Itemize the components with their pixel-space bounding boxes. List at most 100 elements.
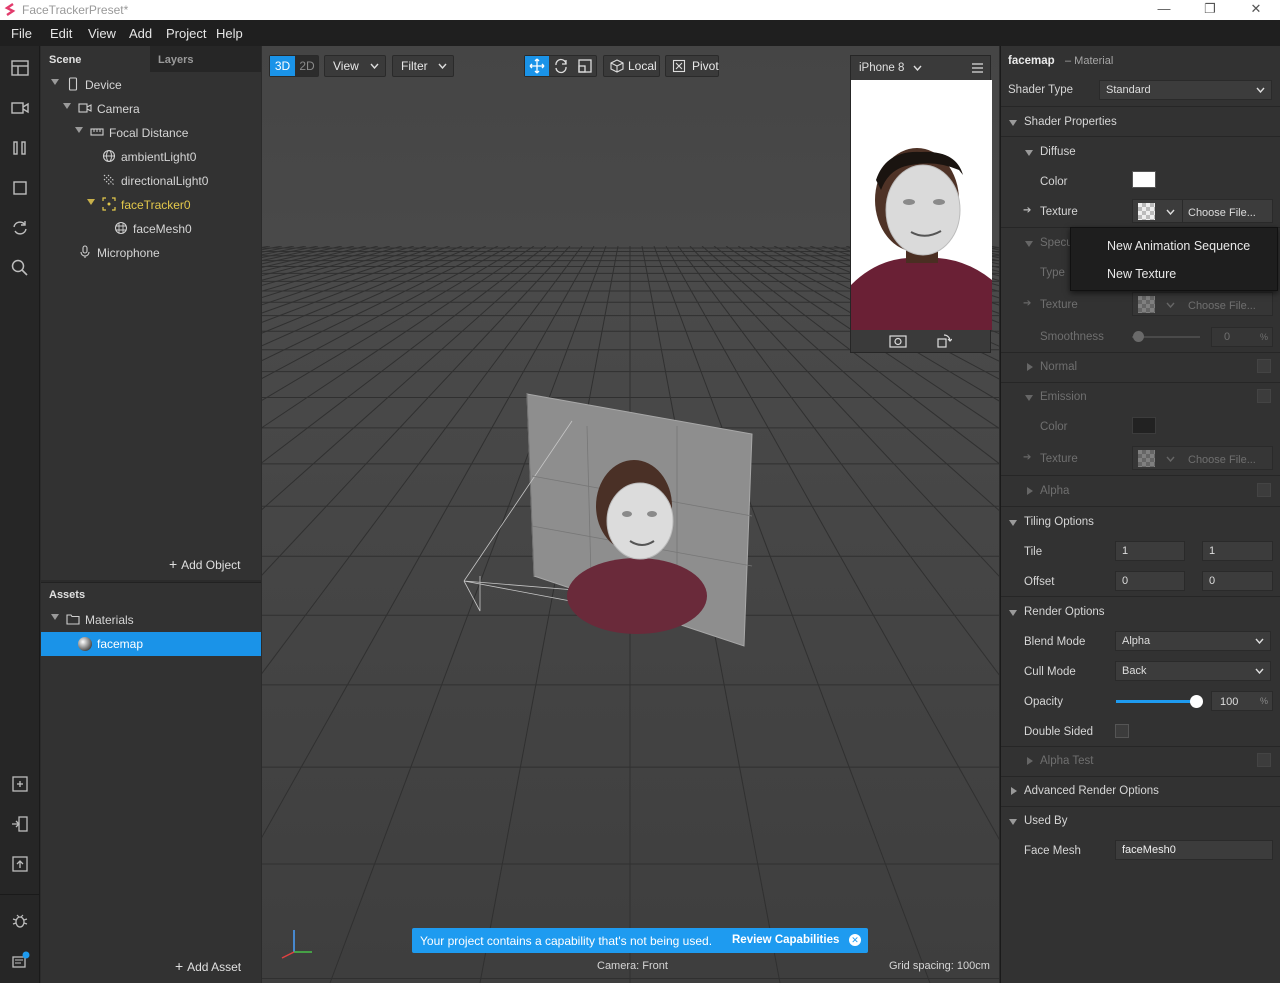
link-arrow-icon[interactable]: ➔ — [1023, 298, 1031, 309]
mode-2d-button[interactable]: 2D — [295, 56, 319, 76]
smoothness-input[interactable]: 0 % — [1211, 327, 1273, 347]
layout-icon[interactable] — [10, 58, 30, 78]
double-sided-checkbox[interactable] — [1115, 724, 1129, 738]
tree-item-face-mesh[interactable]: faceMesh0 — [41, 217, 261, 241]
collapse-arrow-icon[interactable] — [1025, 150, 1033, 156]
chevron-down-icon[interactable] — [1166, 302, 1175, 308]
expand-arrow-icon[interactable] — [1011, 787, 1017, 795]
notifications-icon[interactable] — [10, 951, 30, 971]
menu-project[interactable]: Project — [166, 26, 206, 41]
tiling-options-header[interactable]: Tiling Options — [1001, 507, 1280, 537]
collapse-arrow-icon[interactable] — [1009, 610, 1017, 616]
tree-item-microphone[interactable]: Microphone — [41, 241, 261, 265]
menu-file[interactable]: File — [11, 26, 32, 41]
expand-arrow-icon[interactable] — [1027, 487, 1033, 495]
rotate-tool-icon[interactable] — [549, 56, 573, 76]
choose-file-button[interactable]: Choose File... — [1188, 204, 1256, 222]
filter-dropdown[interactable]: Filter — [392, 55, 454, 77]
menu-view[interactable]: View — [88, 26, 116, 41]
used-by-header[interactable]: Used By — [1001, 806, 1280, 836]
asset-item-facemap[interactable]: facemap — [41, 632, 261, 656]
add-object-button[interactable]: + Add Object — [169, 556, 240, 572]
tree-item-device[interactable]: Device — [41, 73, 261, 97]
close-window-button[interactable]: ✕ — [1233, 0, 1279, 20]
cull-mode-select[interactable]: Back — [1115, 661, 1271, 681]
send-to-device-icon[interactable] — [10, 814, 30, 834]
minimize-button[interactable]: — — [1141, 0, 1187, 20]
tree-item-directional-light[interactable]: directionalLight0 — [41, 169, 261, 193]
tree-item-focal-distance[interactable]: Focal Distance — [41, 121, 261, 145]
mode-3d-button[interactable]: 3D — [270, 56, 295, 76]
review-capabilities-link[interactable]: Review Capabilities — [732, 934, 839, 946]
menu-add[interactable]: Add — [129, 26, 152, 41]
choose-file-button[interactable]: Choose File... — [1188, 451, 1256, 469]
new-animation-sequence-option[interactable]: New Animation Sequence — [1107, 239, 1250, 253]
expand-arrow-icon[interactable] — [51, 79, 59, 85]
offset-x-input[interactable]: 0 — [1115, 571, 1185, 591]
expand-arrow-icon[interactable] — [1027, 757, 1033, 765]
view-dropdown[interactable]: View — [324, 55, 386, 77]
render-options-header[interactable]: Render Options — [1001, 597, 1280, 627]
hamburger-menu-icon[interactable] — [972, 63, 983, 73]
collapse-arrow-icon[interactable] — [1025, 241, 1033, 247]
emission-color-swatch[interactable] — [1132, 417, 1156, 434]
local-space-button[interactable]: Local — [603, 55, 660, 77]
tile-x-input[interactable]: 1 — [1115, 541, 1185, 561]
expand-arrow-icon[interactable] — [87, 199, 95, 205]
close-notice-icon[interactable]: ✕ — [849, 934, 861, 946]
chevron-down-icon[interactable] — [913, 65, 922, 71]
tree-item-camera[interactable]: Camera — [41, 97, 261, 121]
video-icon[interactable] — [10, 98, 30, 118]
menu-help[interactable]: Help — [216, 26, 243, 41]
face-mesh-link[interactable]: faceMesh0 — [1115, 840, 1273, 860]
emission-checkbox[interactable] — [1257, 389, 1271, 403]
alpha-test-checkbox[interactable] — [1257, 753, 1271, 767]
collapse-arrow-icon[interactable] — [1009, 120, 1017, 126]
stop-icon[interactable] — [10, 178, 30, 198]
shader-type-select[interactable]: Standard — [1099, 80, 1272, 100]
import-asset-icon[interactable] — [10, 774, 30, 794]
opacity-slider-track[interactable] — [1116, 700, 1196, 703]
tree-item-ambient-light[interactable]: ambientLight0 — [41, 145, 261, 169]
expand-arrow-icon[interactable] — [1027, 363, 1033, 371]
chevron-down-icon[interactable] — [1166, 209, 1175, 215]
chevron-down-icon[interactable] — [1166, 456, 1175, 462]
normal-checkbox[interactable] — [1257, 359, 1271, 373]
pause-icon[interactable] — [10, 138, 30, 158]
tree-item-face-tracker[interactable]: faceTracker0 — [41, 193, 261, 217]
rotate-device-icon[interactable] — [936, 333, 952, 349]
alpha-test-header[interactable]: Alpha Test — [1001, 746, 1280, 776]
alpha-header[interactable]: Alpha — [1001, 476, 1280, 506]
link-arrow-icon[interactable]: ➔ — [1023, 452, 1031, 463]
diffuse-header[interactable]: Diffuse — [1001, 137, 1280, 167]
offset-y-input[interactable]: 0 — [1202, 571, 1273, 591]
opacity-input[interactable]: 100 % — [1211, 691, 1273, 711]
expand-arrow-icon[interactable] — [75, 127, 83, 133]
smoothness-slider-thumb[interactable] — [1133, 331, 1144, 342]
device-dropdown[interactable]: iPhone 8 — [859, 62, 904, 74]
bug-icon[interactable] — [10, 911, 30, 931]
move-tool-icon[interactable] — [525, 56, 549, 76]
scale-tool-icon[interactable] — [573, 56, 597, 76]
tile-y-input[interactable]: 1 — [1202, 541, 1273, 561]
upload-icon[interactable] — [10, 854, 30, 874]
advanced-render-options-header[interactable]: Advanced Render Options — [1001, 776, 1280, 806]
diffuse-color-swatch[interactable] — [1132, 171, 1156, 188]
refresh-icon[interactable] — [10, 218, 30, 238]
choose-file-button[interactable]: Choose File... — [1188, 297, 1256, 315]
asset-folder-materials[interactable]: Materials — [41, 608, 261, 632]
texture-picker[interactable]: Choose File... — [1132, 199, 1273, 223]
normal-header[interactable]: Normal — [1001, 352, 1280, 382]
restore-button[interactable]: ❐ — [1187, 0, 1233, 20]
emission-header[interactable]: Emission — [1001, 382, 1280, 412]
collapse-arrow-icon[interactable] — [1025, 395, 1033, 401]
new-texture-option[interactable]: New Texture — [1107, 267, 1176, 281]
texture-picker[interactable]: Choose File... — [1132, 292, 1273, 316]
tab-layers[interactable]: Layers — [150, 46, 261, 72]
alpha-checkbox[interactable] — [1257, 483, 1271, 497]
pivot-button[interactable]: Pivot — [665, 55, 719, 77]
blend-mode-select[interactable]: Alpha — [1115, 631, 1271, 651]
texture-picker[interactable]: Choose File... — [1132, 446, 1273, 470]
screenshot-icon[interactable] — [889, 333, 907, 349]
tab-scene[interactable]: Scene — [41, 46, 150, 72]
